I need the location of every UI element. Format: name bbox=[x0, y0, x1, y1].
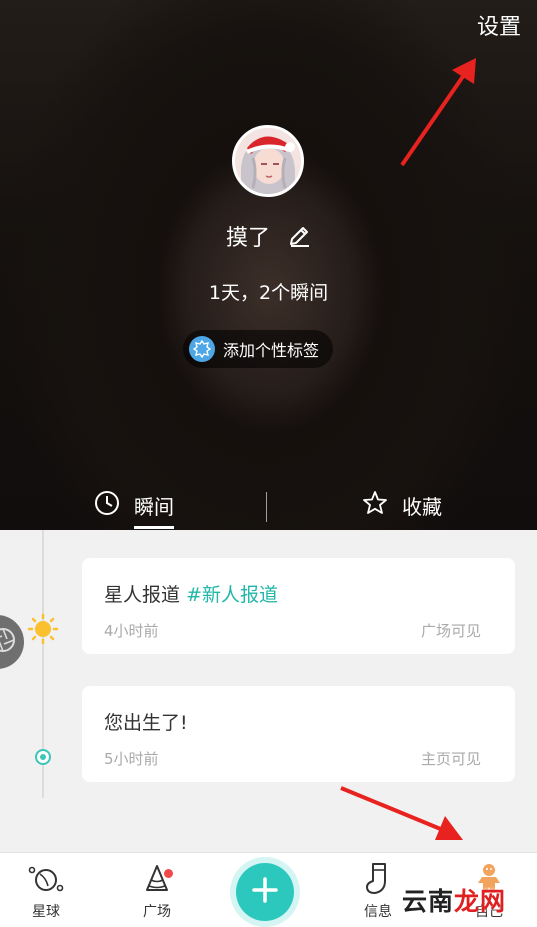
moment-card[interactable]: 您出生了! 5小时前 主页可见 bbox=[82, 686, 515, 782]
settings-button[interactable]: 设置 bbox=[477, 9, 521, 41]
moment-hashtag[interactable]: #新人报道 bbox=[186, 584, 278, 606]
watermark-part2: 龙网 bbox=[454, 887, 507, 916]
nav-planet[interactable]: 星球 bbox=[6, 859, 86, 925]
annotation-arrow-icon bbox=[340, 786, 463, 840]
sock-icon bbox=[361, 859, 395, 899]
nav-messages-label: 信息 bbox=[364, 904, 392, 920]
star-outline-icon bbox=[362, 490, 388, 521]
moment-visibility: 主页可见 bbox=[420, 750, 481, 768]
sun-icon bbox=[27, 613, 59, 649]
moment-title: 您出生了! bbox=[104, 708, 188, 735]
watermark: 云南龙网 bbox=[402, 882, 506, 918]
dot-icon bbox=[35, 749, 51, 765]
clock-icon bbox=[94, 490, 120, 521]
profile-stats: 1天，2个瞬间 bbox=[208, 282, 329, 304]
notification-badge bbox=[164, 869, 173, 878]
username-text: 摸了 bbox=[225, 226, 270, 251]
moment-title-text: 星人报道 bbox=[104, 584, 181, 606]
profile-header: 设置 摸了 1天，2个瞬间 添加个性标签 瞬间 收藏 bbox=[0, 0, 537, 530]
moment-card[interactable]: 星人报道 #新人报道 4小时前 广场可见 bbox=[82, 558, 515, 654]
add-tag-button[interactable]: 添加个性标签 bbox=[183, 330, 334, 368]
add-tag-label: 添加个性标签 bbox=[223, 341, 320, 360]
tab-moments-label: 瞬间 bbox=[134, 491, 174, 529]
tab-divider bbox=[266, 492, 267, 522]
nav-square[interactable]: 广场 bbox=[117, 859, 197, 925]
badge-icon bbox=[189, 336, 215, 362]
create-button[interactable] bbox=[230, 857, 300, 927]
tab-moments[interactable]: 瞬间 bbox=[0, 480, 268, 530]
avatar[interactable] bbox=[232, 125, 304, 197]
moment-title-text: 您出生了! bbox=[104, 712, 188, 734]
nav-planet-label: 星球 bbox=[32, 904, 60, 920]
watermark-part1: 云南 bbox=[402, 887, 455, 916]
plus-icon bbox=[250, 875, 280, 909]
moment-title: 星人报道 #新人报道 bbox=[104, 580, 278, 607]
username: 摸了 bbox=[0, 220, 537, 254]
camera-button[interactable] bbox=[0, 615, 24, 669]
aperture-icon bbox=[0, 627, 16, 657]
moment-visibility: 广场可见 bbox=[420, 622, 481, 640]
moment-time: 5小时前 bbox=[104, 750, 159, 768]
nav-square-label: 广场 bbox=[143, 904, 171, 920]
tab-favorites[interactable]: 收藏 bbox=[268, 480, 536, 530]
tab-favorites-label: 收藏 bbox=[402, 494, 442, 519]
planet-icon bbox=[26, 859, 66, 899]
cone-icon bbox=[140, 859, 174, 899]
profile-tabs: 瞬间 收藏 bbox=[0, 480, 537, 530]
moment-time: 4小时前 bbox=[104, 622, 159, 640]
edit-icon[interactable] bbox=[287, 224, 311, 254]
